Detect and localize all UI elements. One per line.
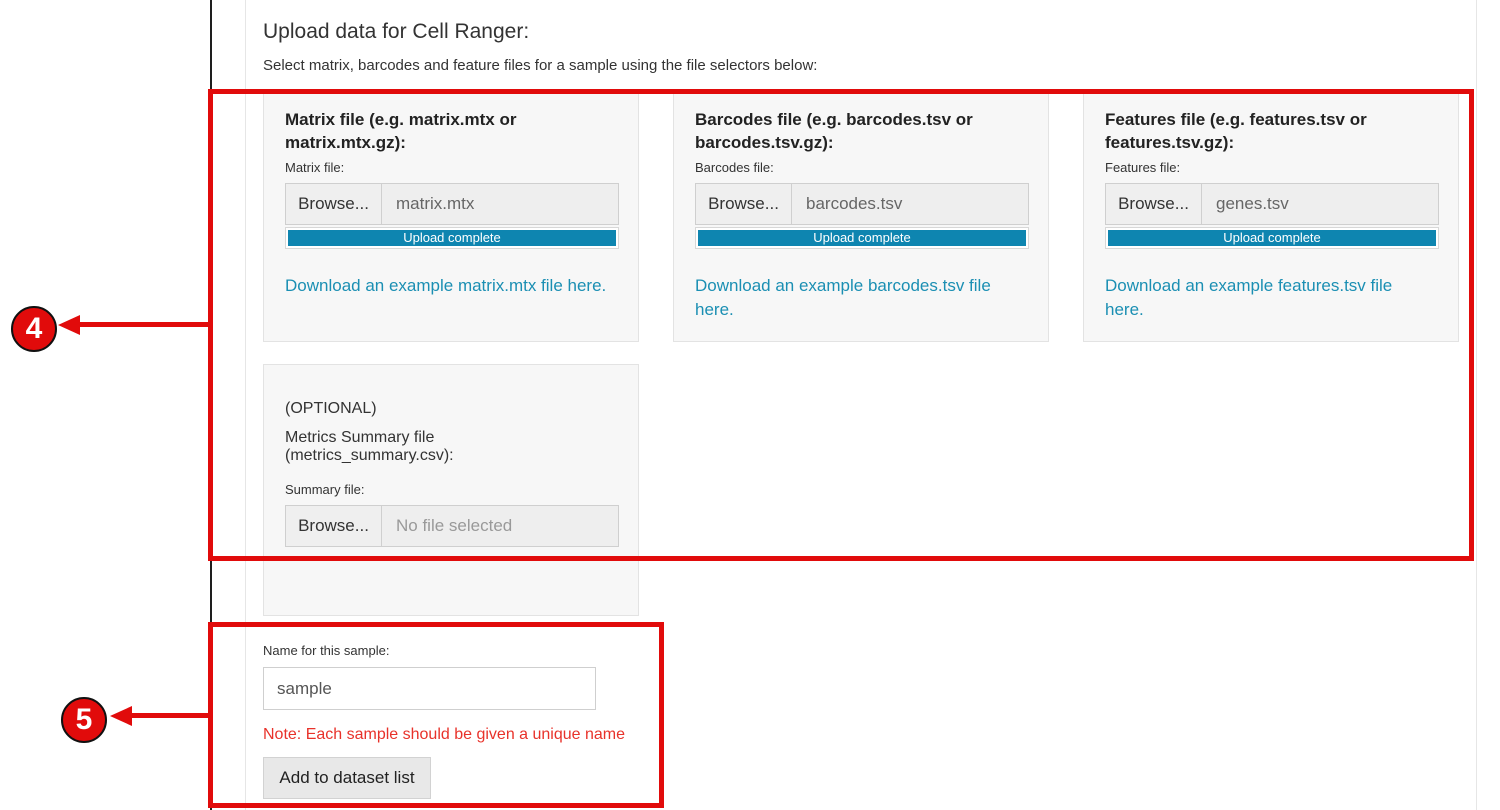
callout-badge-4: 4	[11, 306, 57, 352]
annotation-arrow-4-head	[58, 315, 80, 335]
annotation-arrow-5-line	[130, 713, 210, 718]
page-heading: Upload data for Cell Ranger:	[263, 20, 530, 43]
annotation-arrow-5-head	[110, 706, 132, 726]
page-subheading: Select matrix, barcodes and feature file…	[263, 57, 818, 74]
annotation-box-5	[208, 622, 664, 808]
annotation-box-4	[208, 89, 1474, 561]
annotation-arrow-4-line	[78, 322, 210, 327]
callout-badge-5: 5	[61, 697, 107, 743]
